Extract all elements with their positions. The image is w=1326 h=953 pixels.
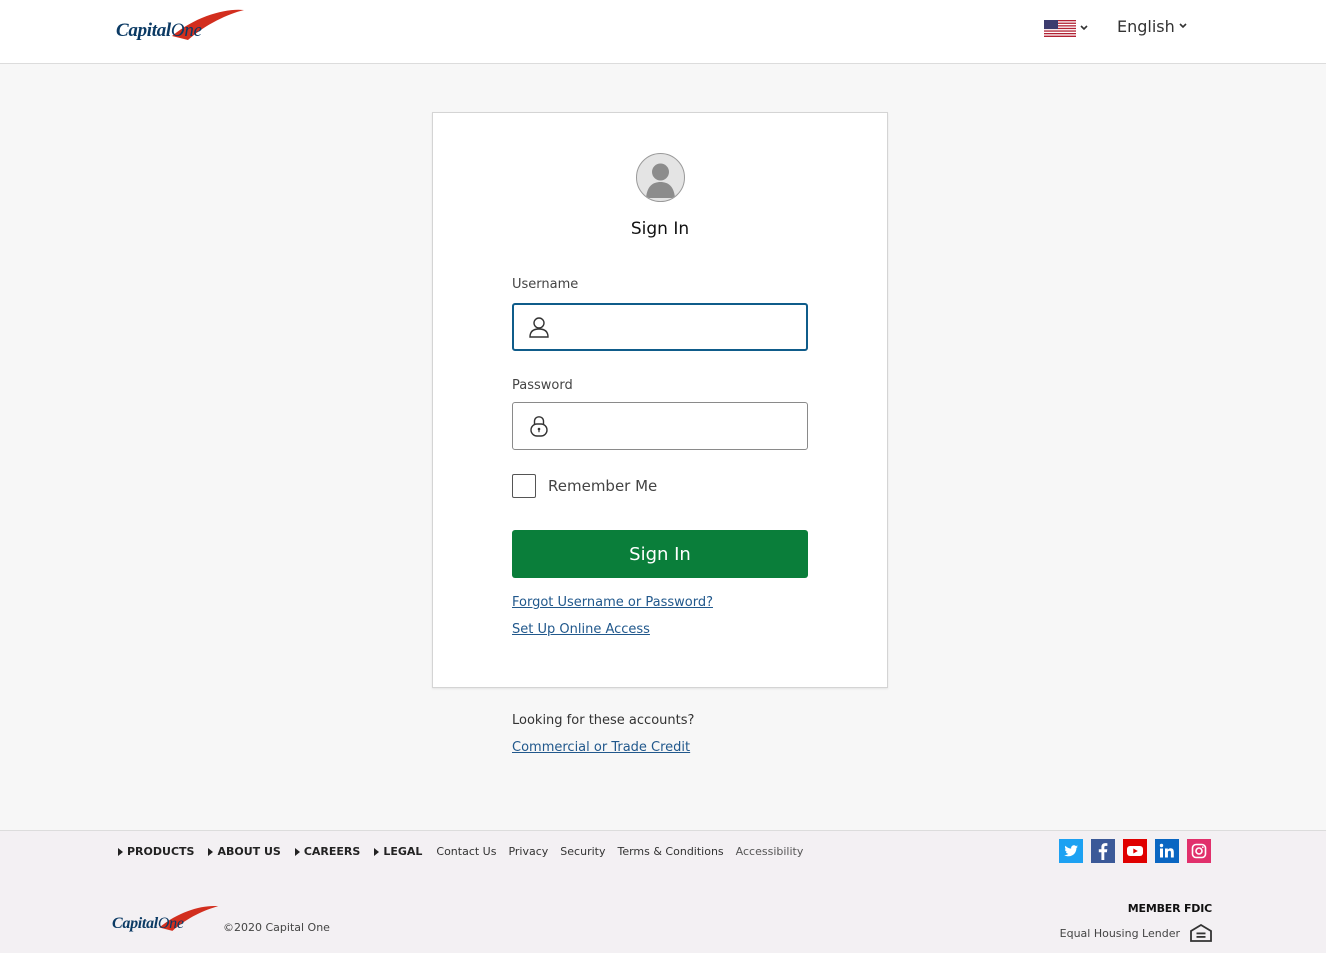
password-field[interactable]: [512, 402, 808, 450]
footer-about-us-label: ABOUT US: [217, 845, 281, 858]
lock-icon: [530, 416, 548, 437]
chevron-down-icon: [1080, 25, 1088, 31]
caret-right-icon: [208, 847, 214, 856]
user-avatar-icon: [636, 153, 685, 202]
footer-contact-us-link[interactable]: Contact Us: [436, 845, 496, 858]
logo-text: CapitalOne: [116, 20, 202, 42]
footer-careers-label: CAREERS: [303, 845, 361, 858]
caret-right-icon: [118, 847, 123, 856]
looking-for-accounts-text: Looking for these accounts?: [512, 713, 695, 728]
footer-legal-label: LEGAL: [383, 845, 423, 858]
remember-me[interactable]: Remember Me: [512, 474, 657, 498]
footer-security-link[interactable]: Security: [560, 845, 605, 858]
footer-capital-one-logo: CapitalOne: [112, 903, 219, 939]
username-label: Username: [512, 277, 579, 292]
footer-accessibility-link[interactable]: Accessibility: [736, 845, 804, 858]
language-dropdown[interactable]: English: [1117, 15, 1187, 37]
us-flag-icon: [1044, 19, 1076, 37]
equal-housing-icon: [1190, 924, 1212, 942]
password-input[interactable]: [561, 403, 801, 449]
footer-careers-menu[interactable]: CAREERS: [294, 845, 361, 858]
footer-nav: PRODUCTS ABOUT US CAREERS LEGAL Contact …: [118, 845, 815, 858]
equal-housing-text: Equal Housing Lender: [1059, 926, 1180, 940]
social-links: [1059, 839, 1211, 863]
remember-me-checkbox[interactable]: [512, 474, 536, 498]
username-input[interactable]: [562, 305, 802, 349]
setup-online-access-link[interactable]: Set Up Online Access: [512, 622, 650, 637]
page-footer: PRODUCTS ABOUT US CAREERS LEGAL Contact …: [0, 830, 1326, 953]
sign-in-button[interactable]: Sign In: [512, 530, 808, 578]
person-icon: [529, 317, 549, 338]
footer-about-us-menu[interactable]: ABOUT US: [208, 845, 281, 858]
logo-text-capital: Capital: [116, 20, 171, 41]
equal-housing-lender: Equal Housing Lender: [1060, 924, 1212, 942]
commercial-trade-credit-link[interactable]: Commercial or Trade Credit: [512, 740, 690, 755]
sign-in-title: Sign In: [630, 219, 690, 239]
username-field[interactable]: [512, 303, 808, 351]
sign-in-card: Sign In Username Password Remember Me Si…: [432, 112, 888, 688]
instagram-icon[interactable]: [1187, 839, 1211, 863]
password-label: Password: [512, 378, 573, 393]
country-dropdown[interactable]: [1044, 18, 1092, 38]
remember-me-label: Remember Me: [548, 477, 658, 495]
caret-right-icon: [294, 847, 300, 856]
copyright-text: ©2020 Capital One: [223, 921, 330, 934]
footer-logo-text-one: One: [157, 915, 184, 932]
capital-one-logo[interactable]: CapitalOne: [116, 6, 246, 50]
footer-legal-menu[interactable]: LEGAL: [374, 845, 422, 858]
youtube-icon[interactable]: [1123, 839, 1147, 863]
footer-products-menu[interactable]: PRODUCTS: [118, 845, 194, 858]
member-fdic-text: MEMBER FDIC: [1127, 902, 1212, 915]
twitter-icon[interactable]: [1059, 839, 1083, 863]
footer-logo-text: CapitalOne: [112, 915, 184, 933]
chevron-down-icon: [1179, 23, 1187, 29]
footer-logo-text-capital: Capital: [112, 915, 158, 932]
forgot-credentials-link[interactable]: Forgot Username or Password?: [512, 595, 713, 610]
language-label: English: [1117, 16, 1175, 36]
footer-products-label: PRODUCTS: [127, 845, 195, 858]
logo-text-one: One: [170, 20, 202, 41]
top-header: CapitalOne English: [0, 0, 1326, 64]
facebook-icon[interactable]: [1091, 839, 1115, 863]
caret-right-icon: [374, 847, 380, 856]
footer-terms-link[interactable]: Terms & Conditions: [617, 845, 723, 858]
linkedin-icon[interactable]: [1155, 839, 1179, 863]
footer-privacy-link[interactable]: Privacy: [508, 845, 548, 858]
